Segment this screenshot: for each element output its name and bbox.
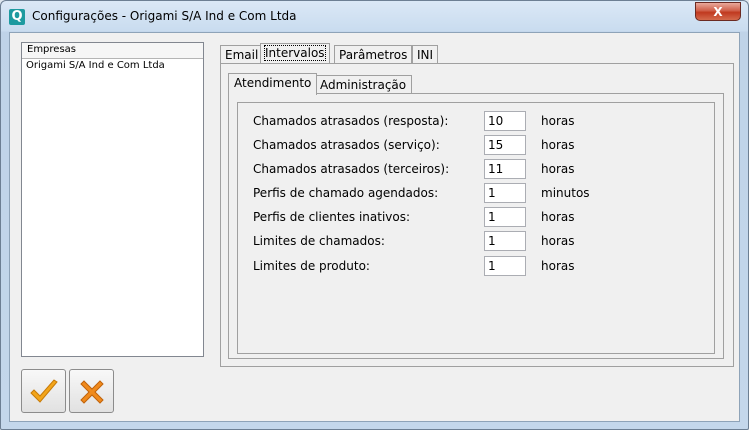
field-unit: horas <box>541 114 575 128</box>
resposta-input[interactable] <box>484 111 526 131</box>
tab-parametros[interactable]: Parâmetros <box>334 45 413 65</box>
app-q-icon: Q <box>9 9 25 25</box>
tab-intervalos[interactable]: Intervalos <box>260 43 330 65</box>
perfis-agendados-input[interactable] <box>484 183 526 203</box>
field-unit: horas <box>541 162 575 176</box>
field-label: Chamados atrasados (resposta): <box>253 114 449 128</box>
limites-produto-input[interactable] <box>484 256 526 276</box>
field-label: Perfis de chamado agendados: <box>253 186 439 200</box>
intervalos-panel: Atendimento Administração Chamados atras… <box>220 63 734 367</box>
field-unit: minutos <box>541 186 590 200</box>
field-unit: horas <box>541 210 575 224</box>
field-unit: horas <box>541 259 575 273</box>
field-unit: horas <box>541 138 575 152</box>
atendimento-panel: Chamados atrasados (resposta): horas Cha… <box>228 93 724 359</box>
subtab-atendimento[interactable]: Atendimento <box>228 73 318 95</box>
window-title: Configurações - Origami S/A Ind e Com Lt… <box>32 9 297 23</box>
tab-ini[interactable]: INI <box>412 45 439 65</box>
field-label: Limites de chamados: <box>253 234 385 248</box>
empresas-list[interactable]: Empresas Origami S/A Ind e Com Ltda <box>21 42 204 357</box>
limites-chamados-input[interactable] <box>484 231 526 251</box>
terceiros-input[interactable] <box>484 159 526 179</box>
empresas-list-header[interactable]: Empresas <box>22 43 203 59</box>
x-cross-icon <box>80 380 104 404</box>
cancel-button[interactable] <box>69 369 114 413</box>
field-label: Limites de produto: <box>253 259 370 273</box>
field-unit: horas <box>541 234 575 248</box>
close-button[interactable]: X <box>695 2 741 21</box>
title-bar[interactable]: Q Configurações - Origami S/A Ind e Com … <box>1 1 748 31</box>
confirm-button[interactable] <box>21 369 66 413</box>
subtab-administracao[interactable]: Administração <box>314 75 413 95</box>
field-label: Chamados atrasados (serviço): <box>253 138 440 152</box>
checkmark-icon <box>30 379 58 403</box>
config-window: Q Configurações - Origami S/A Ind e Com … <box>0 0 749 430</box>
clientes-inativos-input[interactable] <box>484 207 526 227</box>
field-label: Chamados atrasados (terceiros): <box>253 162 450 176</box>
servico-input[interactable] <box>484 135 526 155</box>
list-item[interactable]: Origami S/A Ind e Com Ltda <box>22 59 203 72</box>
intervals-group: Chamados atrasados (resposta): horas Cha… <box>237 102 715 354</box>
field-label: Perfis de clientes inativos: <box>253 210 411 224</box>
tab-email[interactable]: Email <box>220 45 264 65</box>
client-area: Empresas Origami S/A Ind e Com Ltda Emai… <box>9 32 740 422</box>
